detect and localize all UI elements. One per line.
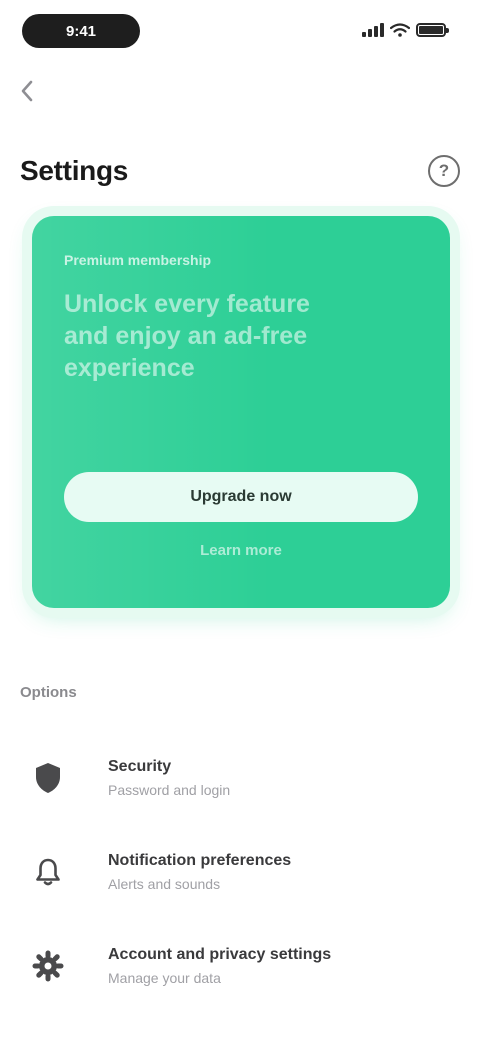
- option-subtitle: Alerts and sounds: [108, 876, 221, 892]
- option-title: Notification preferences: [108, 852, 292, 869]
- settings-icon: [20, 938, 76, 994]
- premium-card: Premium membership Unlock every feature …: [32, 216, 450, 608]
- option-subtitle: Manage your data: [108, 970, 221, 986]
- bell-icon: [20, 844, 76, 900]
- upgrade-button[interactable]: Upgrade now: [64, 472, 418, 522]
- options-section-label: Options: [20, 684, 77, 701]
- chevron-left-icon: [21, 80, 33, 102]
- learn-more-link[interactable]: Learn more: [32, 542, 450, 559]
- back-button[interactable]: [20, 76, 56, 106]
- option-row-security[interactable]: Security Password and login: [20, 738, 460, 818]
- signal-icon: [362, 23, 384, 37]
- option-row-notifications[interactable]: Notification preferences Alerts and soun…: [20, 832, 460, 912]
- option-subtitle: Password and login: [108, 782, 231, 798]
- help-button[interactable]: ?: [428, 155, 460, 187]
- option-title: Security: [108, 758, 172, 775]
- shield-icon: [20, 750, 76, 806]
- battery-icon: [416, 23, 449, 37]
- option-row-account-privacy[interactable]: Account and privacy settings Manage your…: [20, 926, 460, 1006]
- page-title: Settings: [20, 155, 129, 186]
- premium-card-headline: Unlock every feature and enjoy an ad-fre…: [64, 290, 310, 382]
- settings-screen: 9:41 Settings ? Premium membership Unloc…: [0, 0, 480, 1040]
- status-bar: 9:41: [0, 0, 480, 60]
- page-header: Settings ?: [20, 148, 460, 194]
- wifi-icon: [390, 23, 410, 37]
- option-title: Account and privacy settings: [108, 946, 332, 963]
- question-mark-icon: ?: [438, 161, 450, 180]
- status-icons: [362, 22, 449, 38]
- status-time: 9:41: [22, 14, 140, 48]
- premium-card-eyebrow: Premium membership: [64, 252, 212, 268]
